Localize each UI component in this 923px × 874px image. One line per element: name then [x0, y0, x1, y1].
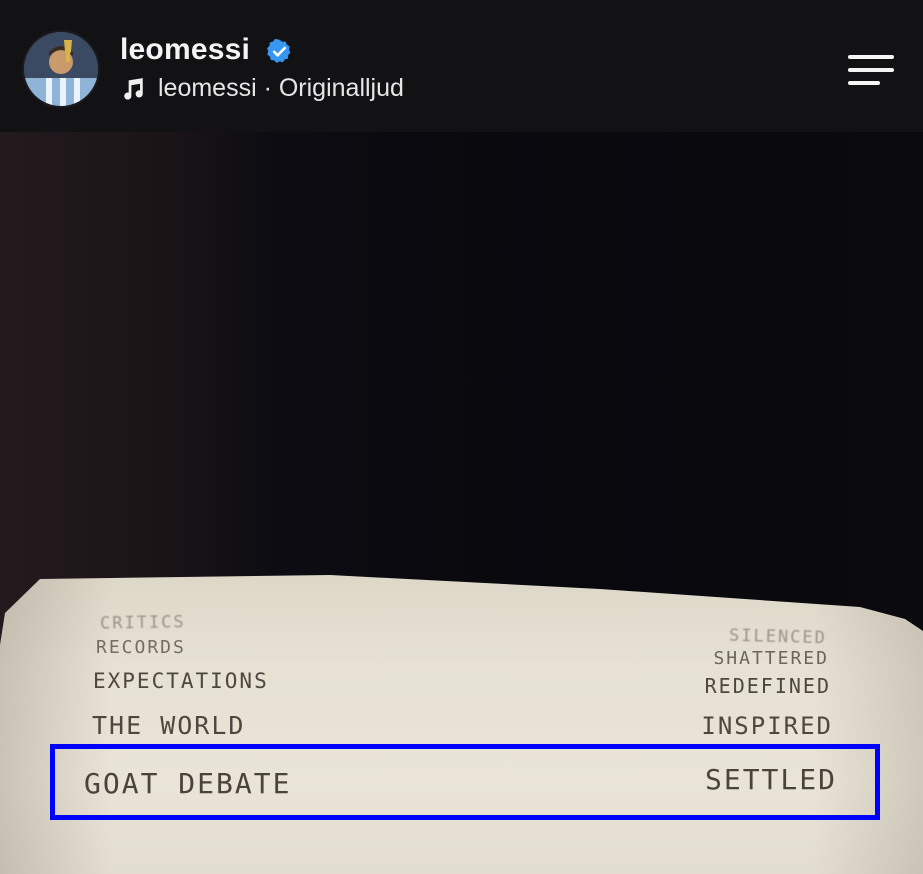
- music-note-icon: [124, 77, 143, 100]
- profile-avatar[interactable]: [24, 32, 98, 106]
- receipt-line-left: EXPECTATIONS: [93, 669, 269, 693]
- username[interactable]: leomessi: [120, 33, 250, 67]
- highlight-box: [50, 744, 880, 820]
- verified-badge-icon: [266, 38, 293, 65]
- receipt-line-right: REDEFINED: [704, 674, 831, 698]
- receipt-line-right: SHATTERED: [713, 648, 829, 669]
- receipt-line-right: INSPIRED: [701, 712, 833, 740]
- receipt-line-left: CRITICS: [99, 612, 186, 634]
- audio-attribution[interactable]: leomessi · Originalljud: [120, 74, 404, 103]
- reel-header: leomessi leomessi · Originalljud: [0, 0, 923, 132]
- audio-text: leomessi · Originalljud: [158, 74, 404, 102]
- receipt-line-left: RECORDS: [96, 637, 186, 658]
- hamburger-menu-icon[interactable]: [848, 55, 896, 85]
- receipt-line-left: THE WORLD: [92, 711, 246, 740]
- receipt: CRITICS SILENCED RECORDS SHATTERED EXPEC…: [0, 575, 923, 874]
- receipt-line-right: SILENCED: [728, 625, 828, 649]
